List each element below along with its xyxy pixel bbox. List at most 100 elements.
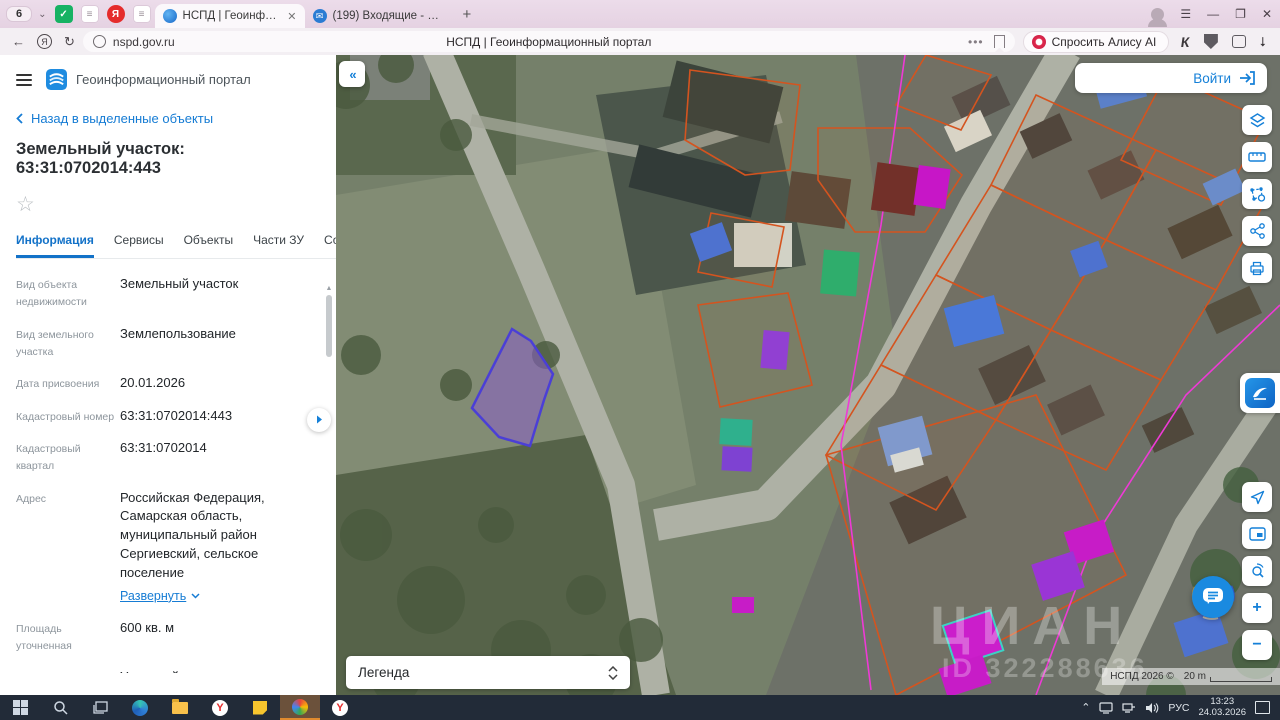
- mail-favicon: ✉: [312, 9, 327, 23]
- language-indicator[interactable]: РУС: [1168, 702, 1189, 714]
- field-row: Дата присвоения 20.01.2026: [16, 375, 186, 391]
- field-row: Вид земельного участка Землепользование: [16, 325, 236, 358]
- nspd-favicon: [162, 9, 177, 23]
- legend-label: Легенда: [358, 665, 410, 680]
- task-view-icon: [92, 701, 108, 714]
- chat-assistant-fab[interactable]: [1188, 572, 1238, 622]
- expand-address-link[interactable]: Развернуть: [120, 587, 200, 605]
- print-button[interactable]: [1242, 253, 1272, 283]
- site-info-icon[interactable]: [92, 35, 106, 48]
- bookmark-icon[interactable]: [993, 35, 1005, 53]
- share-icon: [1249, 223, 1265, 239]
- browser-tabstrip: 6 ⌄ ✓ ≡ Я ≡ НСПД | Геоинформац... ✕ ✉ (1…: [0, 0, 1280, 28]
- back-link-label: Назад в выделенные объекты: [31, 111, 214, 126]
- back-button[interactable]: ←: [12, 34, 25, 49]
- layers-button[interactable]: [1242, 105, 1272, 135]
- downloads-icon[interactable]: ⭣: [1260, 34, 1266, 50]
- ask-alice-button[interactable]: Спросить Алису AI: [1022, 30, 1170, 53]
- url-field[interactable]: nspd.gov.ru НСПД | Геоинформационный пор…: [82, 31, 1015, 53]
- taskbar-edge-button[interactable]: [120, 695, 160, 720]
- tab-nspd[interactable]: НСПД | Геоинформац... ✕: [154, 4, 305, 28]
- pinned-tab-doc2-icon[interactable]: ≡: [132, 5, 151, 23]
- search-rotate-icon: [1252, 563, 1264, 578]
- legend-expand-icon: [608, 665, 618, 680]
- scroll-up-icon[interactable]: ▲: [325, 285, 333, 293]
- yandex-search-icon[interactable]: Я: [37, 34, 52, 49]
- url-text[interactable]: nspd.gov.ru: [113, 35, 175, 49]
- browser-addressbar: ← Я ↻ nspd.gov.ru НСПД | Геоинформационн…: [0, 28, 1280, 55]
- back-to-selected-link[interactable]: Назад в выделенные объекты: [16, 111, 336, 126]
- volume-icon[interactable]: [1145, 702, 1159, 714]
- field-row: Кадастровый квартал 63:31:0702014: [16, 439, 207, 473]
- field-row: Вид объекта недвижимости Земельный участо…: [16, 276, 239, 309]
- locate-me-button[interactable]: [1242, 482, 1272, 512]
- minimap-button[interactable]: [1242, 519, 1272, 549]
- extension-k-icon[interactable]: К: [1180, 34, 1191, 50]
- network-icon[interactable]: [1122, 702, 1136, 714]
- task-view-button[interactable]: [80, 695, 120, 720]
- measure-button[interactable]: [1242, 142, 1272, 172]
- legend-dropdown[interactable]: Легенда: [346, 656, 630, 689]
- new-tab-button[interactable]: +: [463, 6, 472, 23]
- adblock-shield-icon[interactable]: [1203, 34, 1218, 49]
- map-canvas[interactable]: ЦИАН ID 322288636 « Войти + − Легенда НС…: [336, 55, 1280, 695]
- panel-scrollbar[interactable]: ▲: [325, 285, 333, 689]
- search-area-button[interactable]: [1242, 556, 1272, 586]
- zoom-in-button[interactable]: +: [1242, 593, 1272, 623]
- share-button[interactable]: [1242, 216, 1272, 246]
- taskbar-clock[interactable]: 13:23 24.03.2026: [1198, 696, 1246, 719]
- scrollbar-thumb[interactable]: [326, 295, 332, 357]
- taskbar-explorer-button[interactable]: [160, 695, 200, 720]
- extensions-icon[interactable]: [1231, 35, 1246, 48]
- chevron-left-icon: [16, 113, 23, 124]
- tab-information[interactable]: Информация: [16, 233, 94, 258]
- tab-close-icon[interactable]: ✕: [287, 10, 296, 23]
- collapse-panel-button[interactable]: «: [339, 61, 365, 87]
- url-more-icon[interactable]: •••: [968, 35, 984, 49]
- favorite-star-icon[interactable]: ☆: [16, 192, 336, 217]
- window-close-button[interactable]: ✕: [1262, 7, 1272, 21]
- browser-menu-icon[interactable]: ☰: [1180, 7, 1191, 21]
- tab-parts[interactable]: Части ЗУ: [253, 233, 304, 258]
- pinned-tab-extension-icon[interactable]: ✓: [54, 5, 73, 23]
- menu-icon[interactable]: [16, 73, 32, 86]
- attribution-text: НСПД 2026 ©: [1110, 671, 1174, 682]
- folder-icon: [172, 698, 188, 714]
- taskbar-browser-active-button[interactable]: [280, 695, 320, 720]
- taskbar-search-button[interactable]: [40, 695, 80, 720]
- action-center-icon[interactable]: [1255, 701, 1270, 714]
- object-info-panel: Геоинформационный портал Назад в выделен…: [0, 55, 336, 695]
- tray-expand-icon[interactable]: ⌃: [1081, 701, 1090, 714]
- tab-group-chevron-icon[interactable]: ⌄: [38, 9, 46, 20]
- cian-watermark: ЦИАН: [930, 596, 1135, 656]
- tab-group-counter[interactable]: 6: [6, 6, 33, 22]
- window-minimize-button[interactable]: —: [1207, 7, 1219, 21]
- start-button[interactable]: [0, 695, 40, 720]
- login-button[interactable]: Войти: [1075, 63, 1267, 93]
- tab-services[interactable]: Сервисы: [114, 233, 164, 258]
- map-attribution: НСПД 2026 © 20 m: [1102, 668, 1280, 685]
- tab-objects[interactable]: Объекты: [184, 233, 234, 258]
- print-icon: [1250, 261, 1264, 275]
- select-area-button[interactable]: [1242, 179, 1272, 209]
- window-restore-button[interactable]: ❐: [1235, 7, 1246, 21]
- satellite-map: [336, 55, 1280, 695]
- browser-ball-icon: [292, 698, 308, 715]
- clock-date: 24.03.2026: [1198, 706, 1246, 718]
- nspd-icon: [1245, 378, 1275, 408]
- tab-composition[interactable]: Состав: [324, 233, 336, 258]
- taskbar-yandex-button[interactable]: Y: [200, 695, 240, 720]
- login-label: Войти: [1193, 70, 1231, 86]
- profile-icon[interactable]: [1148, 7, 1168, 27]
- pinned-tab-yandex-icon[interactable]: Я: [106, 5, 125, 23]
- screen: 6 ⌄ ✓ ≡ Я ≡ НСПД | Геоинформац... ✕ ✉ (1…: [0, 0, 1280, 720]
- tab-mail[interactable]: ✉ (199) Входящие - Почта М: [305, 4, 455, 28]
- pinned-tab-doc-icon[interactable]: ≡: [80, 5, 99, 23]
- nspd-logo-badge[interactable]: [1240, 373, 1280, 413]
- taskbar-yandex2-button[interactable]: Y: [320, 695, 360, 720]
- refresh-button[interactable]: ↻: [64, 34, 75, 50]
- taskbar-notes-button[interactable]: [240, 695, 280, 720]
- lasso-select-icon: [1250, 186, 1266, 202]
- device-icon[interactable]: [1099, 701, 1114, 714]
- zoom-out-button[interactable]: −: [1242, 630, 1272, 660]
